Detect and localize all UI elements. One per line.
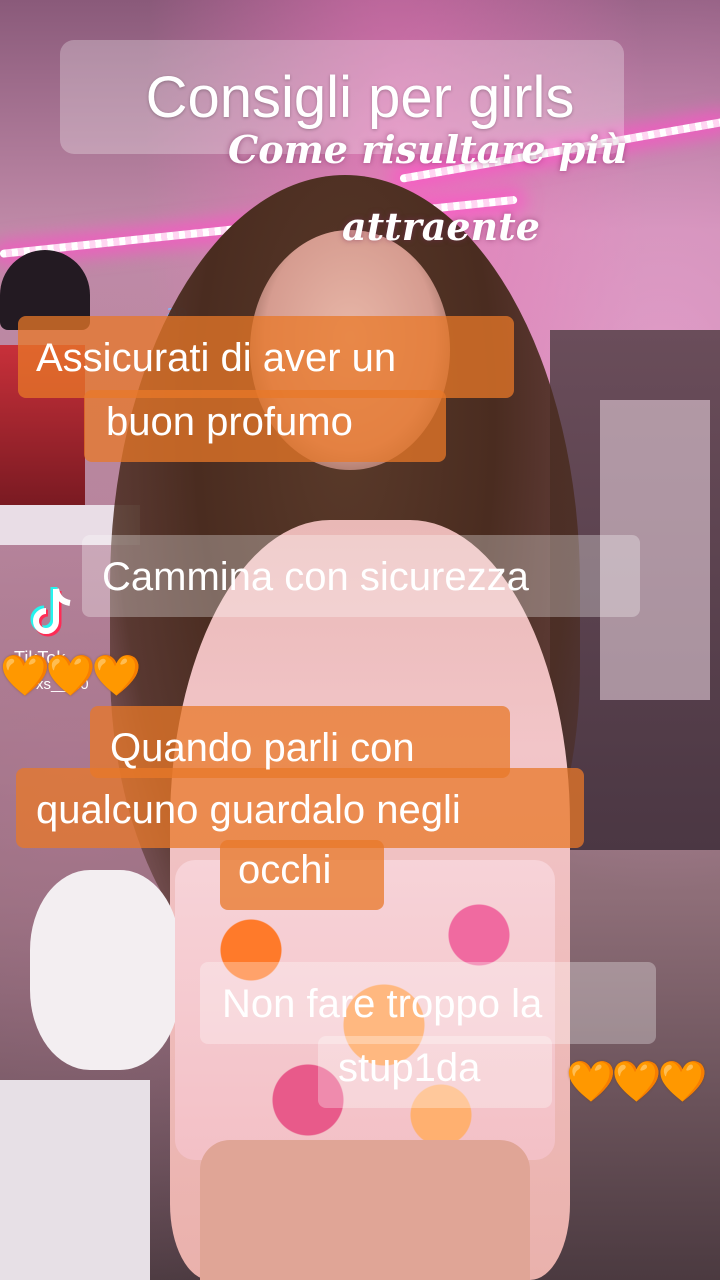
orange-hearts-left: 🧡🧡🧡 xyxy=(0,653,141,699)
orange-hearts-right: 🧡🧡🧡 xyxy=(566,1059,707,1105)
tip-3-line-2: qualcuno guardalo negli xyxy=(36,788,461,832)
tip-4-line-2: stup1da xyxy=(338,1046,481,1090)
tip-3-line-3: occhi xyxy=(238,848,332,892)
tip-2-line-1: Cammina con sicurezza xyxy=(102,555,529,599)
person-waist xyxy=(200,1140,530,1280)
tiktok-logo-icon xyxy=(30,587,71,637)
subtitle-line-2: attraente xyxy=(342,204,540,249)
cabinet xyxy=(0,1080,150,1280)
tip-3-line-1: Quando parli con xyxy=(110,726,415,770)
tip-1-line-1: Assicurati di aver un xyxy=(36,336,397,380)
person-sleeve xyxy=(30,870,180,1070)
tip-4-line-1: Non fare troppo la xyxy=(222,982,543,1026)
video-title: Consigli per girls xyxy=(145,65,575,130)
subtitle-line-1: Come risultare più xyxy=(228,127,628,172)
tip-1-line-2: buon profumo xyxy=(106,400,353,444)
